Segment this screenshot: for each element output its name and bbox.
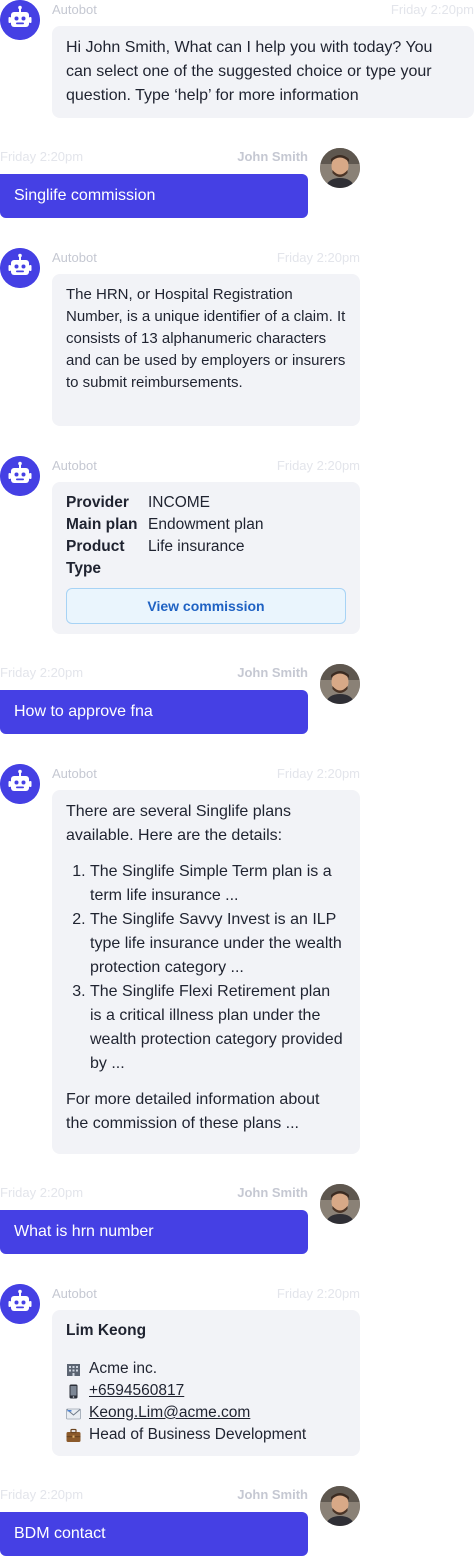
contact-card: Lim Keong Acme inc. +6594560817 Keong.Li… — [52, 1310, 360, 1456]
list-item: The Singlife Savvy Invest is an ILP type… — [90, 908, 346, 980]
product-type-label: Product Type — [66, 538, 125, 577]
bot-message: Hi John Smith, What can I help you with … — [52, 26, 474, 118]
user-avatar — [320, 148, 360, 188]
message-time: Friday 2:20pm — [0, 1185, 84, 1200]
user-avatar — [320, 1486, 360, 1526]
message-sender: John Smith — [237, 1487, 308, 1502]
message-time: Friday 2:20pm — [0, 665, 84, 680]
message-time: Friday 2:20pm — [276, 250, 360, 265]
provider-value: INCOME — [148, 494, 210, 511]
message-text: The HRN, or Hospital Registration Number… — [66, 286, 346, 391]
bot-avatar — [0, 456, 40, 496]
message-sender: John Smith — [237, 1185, 308, 1200]
briefcase-icon — [66, 1428, 81, 1442]
role-line: Head of Business Development — [66, 1424, 346, 1446]
bot-avatar — [0, 764, 40, 804]
list-item: The Singlife Flexi Retirement plan is a … — [90, 980, 346, 1076]
bot-avatar — [0, 0, 40, 40]
message-sender: John Smith — [237, 149, 308, 164]
user-message: Singlife commission — [0, 174, 308, 218]
user-avatar — [320, 664, 360, 704]
user-photo — [320, 1486, 360, 1526]
user-message: What is hrn number — [0, 1210, 308, 1254]
bot-message: The HRN, or Hospital Registration Number… — [52, 274, 360, 426]
message-sender: Autobot — [52, 250, 97, 265]
phone-line: +6594560817 — [66, 1380, 346, 1402]
message-sender: Autobot — [52, 458, 97, 473]
phone-link[interactable]: +6594560817 — [89, 1380, 184, 1402]
message-sender: John Smith — [237, 665, 308, 680]
message-time: Friday 2:20pm — [276, 458, 360, 473]
robot-icon — [0, 248, 40, 288]
user-avatar — [320, 1184, 360, 1224]
building-icon — [67, 1363, 80, 1376]
mobile-phone-icon — [69, 1384, 78, 1398]
product-type-row: Product Type Life insurance — [66, 536, 346, 580]
robot-icon — [0, 764, 40, 804]
contact-name: Lim Keong — [66, 1322, 147, 1339]
user-photo — [320, 664, 360, 704]
message-sender: Autobot — [52, 2, 97, 17]
message-time: Friday 2:20pm — [276, 1286, 360, 1301]
robot-icon — [0, 0, 40, 40]
list-item: The Singlife Simple Term plan is a term … — [90, 860, 346, 908]
user-photo — [320, 1184, 360, 1224]
company-name: Acme inc. — [89, 1360, 158, 1377]
user-message: BDM contact — [0, 1512, 308, 1556]
user-photo — [320, 148, 360, 188]
message-time: Friday 2:20pm — [0, 1487, 84, 1502]
message-time: Friday 2:20pm — [390, 2, 474, 17]
message-intro: There are several Singlife plans availab… — [66, 803, 292, 844]
email-line: Keong.Lim@acme.com — [66, 1402, 346, 1424]
message-sender: Autobot — [52, 1286, 97, 1301]
robot-icon — [0, 1284, 40, 1324]
message-outro: For more detailed information about the … — [66, 1091, 320, 1132]
message-sender: Autobot — [52, 766, 97, 781]
message-text: Hi John Smith, What can I help you with … — [66, 39, 433, 104]
plans-list: The Singlife Simple Term plan is a term … — [66, 860, 346, 1076]
robot-icon — [0, 456, 40, 496]
main-plan-label: Main plan — [66, 516, 138, 533]
bot-avatar — [0, 1284, 40, 1324]
role-text: Head of Business Development — [89, 1426, 307, 1443]
envelope-icon — [66, 1408, 81, 1419]
bot-avatar — [0, 248, 40, 288]
provider-row: Provider INCOME — [66, 492, 346, 514]
user-message: How to approve fna — [0, 690, 308, 734]
product-type-value: Life insurance — [148, 538, 245, 555]
bot-message: There are several Singlife plans availab… — [52, 790, 360, 1154]
message-time: Friday 2:20pm — [0, 149, 84, 164]
provider-label: Provider — [66, 494, 129, 511]
main-plan-row: Main plan Endowment plan — [66, 514, 346, 536]
message-time: Friday 2:20pm — [276, 766, 360, 781]
email-link[interactable]: Keong.Lim@acme.com — [89, 1402, 250, 1424]
commission-card: Provider INCOME Main plan Endowment plan… — [52, 482, 360, 634]
view-commission-button[interactable]: View commission — [66, 588, 346, 624]
company-line: Acme inc. — [66, 1358, 346, 1380]
main-plan-value: Endowment plan — [148, 516, 264, 533]
